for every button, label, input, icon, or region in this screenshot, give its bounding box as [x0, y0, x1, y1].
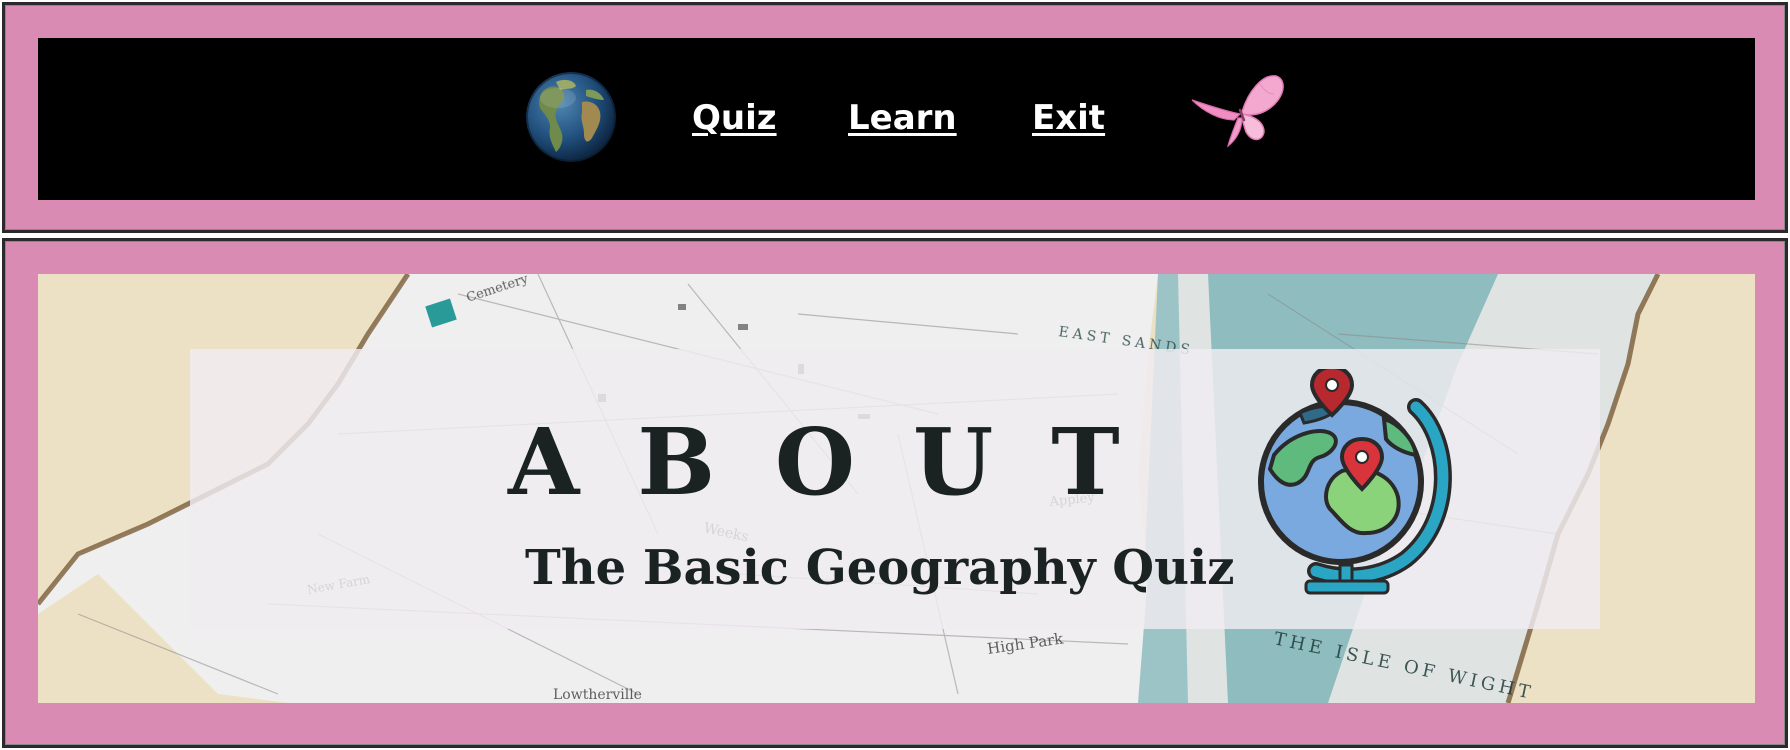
hero-banner: Cemetery EAST SANDS Weeks Appley High Pa… — [38, 274, 1755, 703]
nav-frame: Quiz Learn Exit — [2, 2, 1788, 233]
nav-link-quiz[interactable]: Quiz — [692, 98, 777, 139]
nav-link-learn[interactable]: Learn — [848, 98, 957, 139]
about-heading: ABOUT — [508, 408, 1178, 516]
nav-link-exit[interactable]: Exit — [1032, 98, 1105, 139]
svg-text:Lowtherville: Lowtherville — [553, 687, 642, 703]
subtitle: The Basic Geography Quiz — [525, 540, 1235, 596]
globe-with-map-pins-icon — [1246, 364, 1466, 604]
earth-globe-icon — [526, 72, 616, 162]
pink-butterfly-icon — [1190, 72, 1290, 152]
nav-bar: Quiz Learn Exit — [38, 38, 1755, 200]
hero-frame: Cemetery EAST SANDS Weeks Appley High Pa… — [2, 238, 1788, 748]
